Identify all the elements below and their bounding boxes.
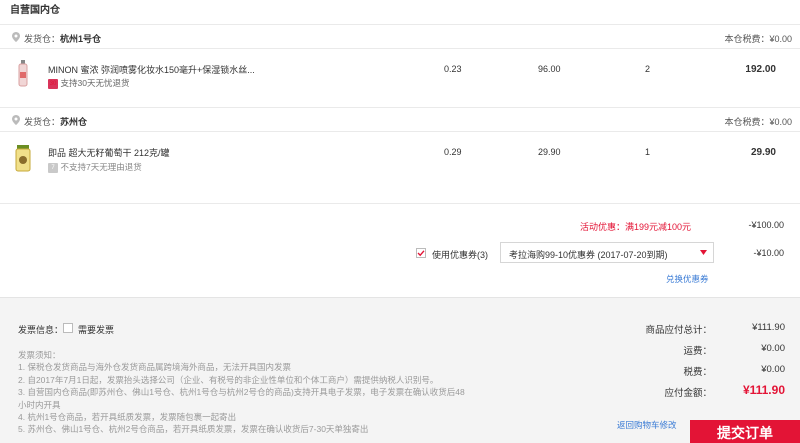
product-price: 29.90 xyxy=(538,147,561,157)
invoice-notes-title: 发票须知： xyxy=(18,350,61,360)
invoice-label: 发票信息： xyxy=(18,325,64,335)
return-badge-icon: 7 xyxy=(48,162,58,173)
product-quantity: 2 xyxy=(645,64,651,74)
invoice-note: 1. 保税仓发货商品与海外仓发货商品属跨境海外商品，无法开具国内发票 xyxy=(18,362,291,373)
tax-value: ¥0.00 xyxy=(761,364,785,375)
coupon-select[interactable]: 考拉海购99-10优惠券 (2017-07-20到期) xyxy=(500,242,714,263)
chevron-down-icon xyxy=(700,250,707,255)
invoice-note: 5. 苏州仓、佛山1号仓、杭州2号仓商品，若开具纸质发票，发票在确认收货后7-3… xyxy=(18,424,369,435)
return-policy: 30 支持30天无忧退货 xyxy=(48,77,129,89)
product-name[interactable]: MINON 蜜浓 弥润喷雾化妆水150毫升+保湿锁水丝... xyxy=(48,63,255,76)
warehouse-row: 发货仓： 杭州1号仓 本仓税费：¥0.00 xyxy=(0,24,800,49)
product-quantity: 1 xyxy=(645,147,651,157)
product-price: 96.00 xyxy=(538,64,561,74)
order-summary-panel: 发票信息： 需要发票 发票须知： 1. 保税仓发货商品与海外仓发货商品属跨境海外… xyxy=(0,297,800,443)
warehouse-tax: 本仓税费：¥0.00 xyxy=(724,117,792,127)
promotion-label: 活动优惠：满199元减100元 xyxy=(580,222,692,232)
invoice-notes: 发票须知： 1. 保税仓发货商品与海外仓发货商品属跨境海外商品，无法开具国内发票… xyxy=(18,349,518,436)
goods-total-label: 商品应付总计： xyxy=(645,325,712,336)
product-subtotal: 29.90 xyxy=(750,147,776,158)
back-to-cart-link[interactable]: 返回购物车修改 xyxy=(617,419,677,431)
product-row: MINON 蜜浓 弥润喷雾化妆水150毫升+保湿锁水丝... 30 支持30天无… xyxy=(0,50,800,100)
product-tax-rate: 0.29 xyxy=(444,147,462,157)
coupon-checkbox[interactable] xyxy=(416,248,426,260)
section-header: 自营国内仓 xyxy=(0,0,800,16)
product-name[interactable]: 即品 超大无籽葡萄干 212克/罐 xyxy=(48,146,170,159)
goods-total-value: ¥111.90 xyxy=(752,322,785,333)
promotion-amount: -¥100.00 xyxy=(748,220,784,230)
payable-label: 应付金额： xyxy=(664,388,712,399)
invoice-note: 4. 杭州1号仓商品，若开具纸质发票，发票随包裹一起寄出 xyxy=(18,412,237,423)
warehouse-row: 发货仓： 苏州仓 本仓税费：¥0.00 xyxy=(0,107,800,132)
warehouse-tax: 本仓税费：¥0.00 xyxy=(724,34,792,44)
invoice-note: 小时内开具 xyxy=(18,399,61,410)
return-note: 不支持7天无理由退货 xyxy=(60,162,142,172)
section-divider xyxy=(0,203,800,204)
invoice-checkbox[interactable] xyxy=(63,323,73,333)
product-subtotal: 192.00 xyxy=(745,64,776,75)
return-note: 支持30天无忧退货 xyxy=(60,78,130,88)
invoice-note: 2. 自2017年7月1日起，发票抬头选择公司（企业、有税号的非企业性单位和个体… xyxy=(18,374,439,385)
page-title: 自营国内仓 xyxy=(10,5,60,16)
product-row: 即品 超大无籽葡萄干 212克/罐 7 不支持7天无理由退货 0.29 29.9… xyxy=(0,133,800,183)
warehouse-label: 发货仓： xyxy=(24,34,61,44)
return-badge-icon: 30 xyxy=(48,78,58,89)
product-tax-rate: 0.23 xyxy=(444,64,462,74)
tax-label: 税费： xyxy=(683,367,712,378)
invoice-note: 3. 自营国内仓商品(即苏州仓、佛山1号仓、杭州1号仓与杭州2号仓的商品)支持开… xyxy=(18,387,465,398)
shipping-label: 运费： xyxy=(683,346,712,357)
product-thumbnail-icon[interactable] xyxy=(12,143,34,173)
coupon-label: 使用优惠券(3) xyxy=(432,250,488,260)
warehouse-label: 发货仓： xyxy=(24,117,61,127)
need-invoice-label: 需要发票 xyxy=(78,325,115,335)
submit-order-button[interactable]: 提交订单 xyxy=(690,420,800,443)
product-thumbnail-icon[interactable] xyxy=(12,60,34,90)
redeem-coupon-link[interactable]: 兑换优惠券 xyxy=(666,273,709,285)
location-pin-icon xyxy=(12,32,20,42)
warehouse-name: 苏州仓 xyxy=(60,117,88,127)
coupon-amount: -¥10.00 xyxy=(753,248,784,258)
checkmark-icon xyxy=(416,248,426,258)
shipping-value: ¥0.00 xyxy=(761,343,785,354)
location-pin-icon xyxy=(12,115,20,125)
return-policy: 7 不支持7天无理由退货 xyxy=(48,161,142,173)
payable-value: ¥111.90 xyxy=(742,383,785,397)
coupon-selected-value: 考拉海购99-10优惠券 (2017-07-20到期) xyxy=(509,250,668,260)
warehouse-name: 杭州1号仓 xyxy=(60,34,102,44)
